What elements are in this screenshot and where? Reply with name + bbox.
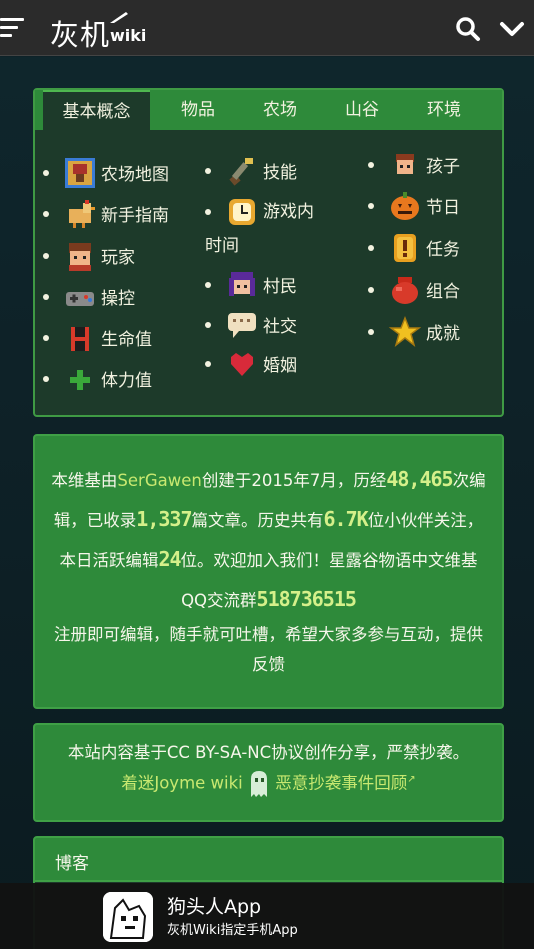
active-editor-count: 24 [158,547,181,571]
author-link[interactable]: SerGawen [117,471,201,490]
item-label: 社交 [263,317,297,337]
bullet [43,335,49,341]
bullet [43,170,49,176]
top-navigation-bar: 灰机 wiki [0,0,534,56]
bullet [205,168,211,174]
site-logo[interactable]: 灰机 wiki [50,8,160,52]
bullet [205,322,211,328]
item-label: 玩家 [101,248,135,268]
item-label: 体力值 [101,371,152,391]
app-logo-icon [103,892,153,942]
bullet [43,211,49,217]
chicken-icon [69,200,95,228]
blog-title: 博客 [55,854,89,874]
bullet [368,287,374,293]
item-label: 婚姻 [263,356,297,376]
license-text: 本站内容基于CC BY-SA-NC协议创作分享，严禁抄袭。 [67,743,470,762]
app-subtitle: 灰机Wiki指定手机App [167,923,298,938]
bundle-icon [392,277,418,304]
quest-icon [394,234,416,262]
chevron-down-icon[interactable] [498,16,526,42]
item-label: 节日 [426,198,460,218]
tab-environment[interactable]: 环境 [409,90,479,130]
wiki-stats-box: 本维基由SerGawen创建于2015年7月，历经48,465次编辑，已收录1,… [33,434,504,709]
farm-map-icon [65,158,95,188]
health-icon [71,327,89,351]
bullet [368,329,374,335]
blog-section-header: 博客 [33,836,504,882]
pumpkin-icon [391,192,419,220]
item-label: 孩子 [426,157,460,177]
item-label: 操控 [101,289,135,309]
bullet [368,245,374,251]
stats-paragraph: 本维基由SerGawen创建于2015年7月，历经48,465次编辑，已收录1,… [49,460,488,620]
bullet [43,294,49,300]
child-icon [396,154,414,174]
tab-items[interactable]: 物品 [163,90,233,130]
license-box: 本站内容基于CC BY-SA-NC协议创作分享，严禁抄袭。 着迷Joyme wi… [33,723,504,822]
bullet [368,162,374,168]
bullet [43,376,49,382]
item-label: 成就 [426,324,460,344]
menu-icon[interactable] [0,14,26,40]
gamepad-icon [66,292,94,306]
heart-icon [231,353,253,376]
item-label: 游戏内时间 [205,202,314,256]
license-links: 着迷Joyme wiki 恶意抄袭事件回顾↗ [35,769,502,799]
stats-text: 创建于2015年7月，历经 [201,471,387,490]
item-label: 技能 [263,163,297,183]
bullet [205,361,211,367]
concepts-panel: 基本概念 物品 农场 山谷 环境 农场地图 新手指南 玩家 操控 生命值 体力值… [33,88,504,417]
bullet [205,282,211,288]
plagiarism-link[interactable]: 恶意抄袭事件回顾 [275,774,407,793]
item-label: 组合 [426,282,460,302]
tab-basic-concepts[interactable]: 基本概念 [43,90,150,130]
item-label: 新手指南 [101,206,169,226]
pen-icon [110,12,128,23]
tab-farm[interactable]: 农场 [245,90,315,130]
app-download-banner[interactable]: 狗头人App 灰机Wiki指定手机App [0,883,534,949]
feedback-paragraph: 注册即可编辑，随手就可吐槽，希望大家多参与互动，提供反馈 [54,625,483,674]
bullet [368,203,374,209]
stats-text: 本维基由 [51,471,118,490]
external-link-icon: ↗ [407,774,416,785]
item-label: 村民 [263,277,297,297]
item-label: 生命值 [101,330,152,350]
stats-text: 篇文章。历史共有 [191,511,324,530]
bullet [43,253,49,259]
qq-group-number[interactable]: 518736515 [257,587,357,611]
app-name: 狗头人App [167,896,262,918]
villager-icon [229,272,255,296]
speech-icon [228,313,256,338]
logo-wiki-text: wiki [110,26,147,45]
skills-icon [229,158,253,186]
follower-count: 6.7K [323,507,369,531]
tab-bar: 基本概念 物品 农场 山谷 环境 [35,90,502,130]
star-icon [388,315,422,347]
edit-count: 48,465 [386,467,453,491]
article-count: 1,337 [136,507,192,531]
player-icon [69,243,91,271]
search-icon[interactable] [455,16,481,42]
item-label: 任务 [426,240,460,260]
tab-valley[interactable]: 山谷 [327,90,397,130]
energy-icon [70,370,90,390]
ghost-icon [251,771,268,797]
logo-text: 灰机 [50,18,111,52]
joyme-link[interactable]: 着迷Joyme wiki [121,774,242,793]
item-label: 农场地图 [101,165,169,185]
